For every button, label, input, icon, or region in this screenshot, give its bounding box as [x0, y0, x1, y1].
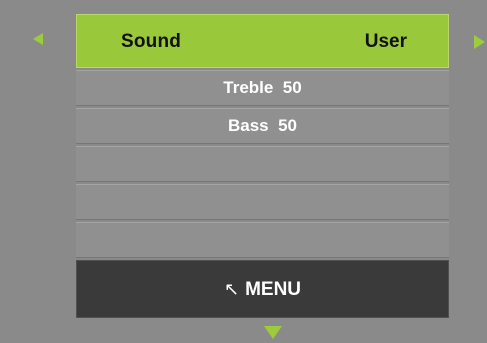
- menu-label: MENU: [245, 279, 302, 300]
- empty-row: [76, 146, 449, 182]
- sound-settings-list: Treble 50 Bass 50: [76, 70, 449, 260]
- empty-row: [76, 184, 449, 220]
- treble-row[interactable]: Treble 50: [76, 70, 449, 106]
- empty-row: [76, 222, 449, 258]
- sound-mode-selector[interactable]: Sound User: [76, 14, 449, 68]
- sound-mode-value: User: [364, 31, 407, 52]
- return-arrow-icon: ↖: [223, 279, 240, 299]
- menu-button[interactable]: ↖ MENU: [76, 260, 449, 318]
- triangle-right-icon[interactable]: [474, 35, 485, 49]
- triangle-left-icon[interactable]: [33, 33, 43, 45]
- sound-title: Sound: [121, 31, 182, 52]
- bass-row[interactable]: Bass 50: [76, 108, 449, 144]
- triangle-down-icon[interactable]: [264, 326, 282, 339]
